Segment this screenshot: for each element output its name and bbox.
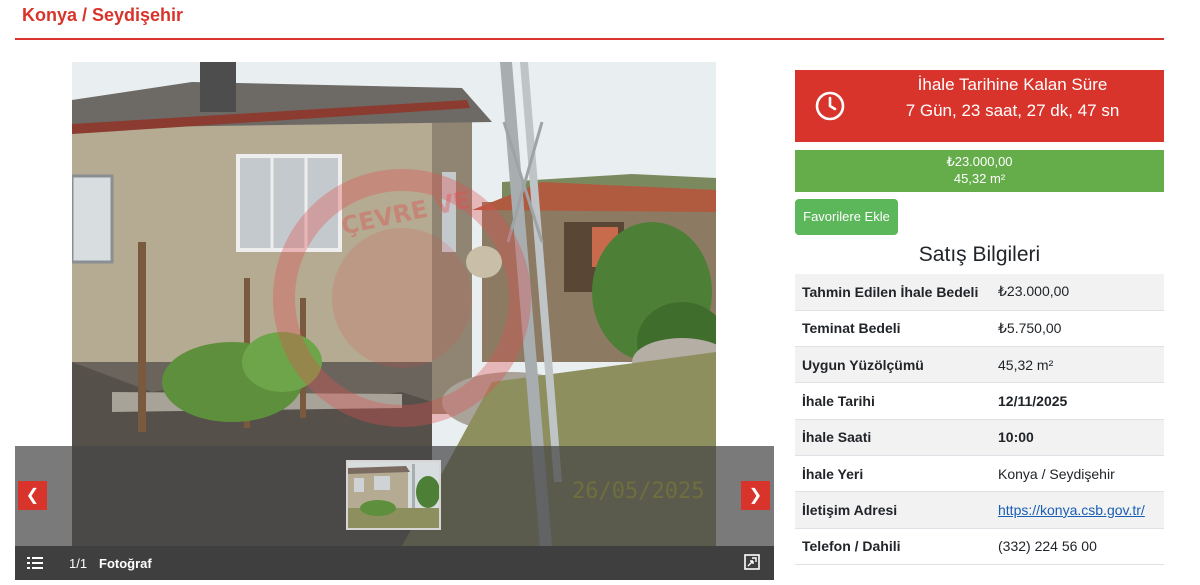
price-area: 45,32 m²: [953, 171, 1006, 186]
row-value: Konya / Seydişehir: [991, 455, 1164, 493]
section-title: Satış Bilgileri: [918, 243, 1041, 266]
thumbnail-1[interactable]: [346, 460, 441, 530]
price-summary: ₺23.000,00 45,32 m²: [795, 150, 1164, 192]
previous-photo-button[interactable]: ❮: [18, 481, 47, 510]
row-label: Telefon / Dahili: [795, 528, 991, 565]
row-label: Teminat Bedeli: [795, 310, 991, 348]
table-row: Uygun Yüzölçümü 45,32 m²: [795, 346, 1164, 384]
fullscreen-icon[interactable]: [744, 554, 760, 570]
row-value: ₺5.750,00: [991, 310, 1164, 348]
sale-info-table: Tahmin Edilen İhale Bedeli ₺23.000,00 Te…: [795, 274, 1164, 565]
add-to-favorites-button[interactable]: Favorilere Ekle: [795, 199, 898, 235]
row-label: İhale Yeri: [795, 455, 991, 493]
next-photo-button[interactable]: ❯: [741, 481, 770, 510]
row-value: https://konya.csb.gov.tr/: [991, 491, 1164, 529]
photo-counter: 1/1: [69, 556, 88, 571]
table-row: Tahmin Edilen İhale Bedeli ₺23.000,00: [795, 274, 1164, 311]
contact-address-link[interactable]: https://konya.csb.gov.tr/: [998, 502, 1145, 518]
row-value: 12/11/2025: [991, 382, 1164, 420]
countdown-value: 7 Gün, 23 saat, 27 dk, 47 sn: [905, 101, 1120, 120]
table-row: İhale Saati 10:00: [795, 419, 1164, 456]
table-row: İletişim Adresi https://konya.csb.gov.tr…: [795, 491, 1164, 529]
page-header: Konya / Seydişehir: [15, 0, 1164, 40]
row-value: ₺23.000,00: [991, 274, 1164, 311]
table-row: İhale Tarihi 12/11/2025: [795, 382, 1164, 420]
table-row: İhale Yeri Konya / Seydişehir: [795, 455, 1164, 493]
chevron-left-icon: ❮: [25, 487, 40, 504]
chevron-right-icon: ❯: [748, 487, 763, 504]
thumbnail-strip: [15, 446, 774, 546]
row-value: (332) 224 56 00: [991, 528, 1164, 565]
list-menu-icon[interactable]: [27, 556, 43, 570]
row-label: Tahmin Edilen İhale Bedeli: [795, 274, 991, 311]
countdown-title: İhale Tarihine Kalan Süre: [917, 75, 1108, 94]
gallery-toolbar: 1/1 Fotoğraf: [15, 546, 774, 580]
price-amount: ₺23.000,00: [946, 154, 1013, 169]
row-value: 45,32 m²: [991, 346, 1164, 384]
row-label: İletişim Adresi: [795, 491, 991, 529]
page-title: Konya / Seydişehir: [22, 5, 184, 25]
table-row: Teminat Bedeli ₺5.750,00: [795, 310, 1164, 348]
table-row: Telefon / Dahili (332) 224 56 00: [795, 528, 1164, 565]
row-value: 10:00: [991, 419, 1164, 456]
photo-label: Fotoğraf: [99, 556, 152, 571]
row-label: Uygun Yüzölçümü: [795, 346, 991, 384]
row-label: İhale Tarihi: [795, 382, 991, 420]
photo-gallery: ÇEVRE VE 26/05/2025 ❮ ❯: [15, 62, 774, 580]
auction-countdown: İhale Tarihine Kalan Süre 7 Gün, 23 saat…: [795, 70, 1164, 142]
row-label: İhale Saati: [795, 419, 991, 456]
clock-icon: [815, 91, 845, 121]
